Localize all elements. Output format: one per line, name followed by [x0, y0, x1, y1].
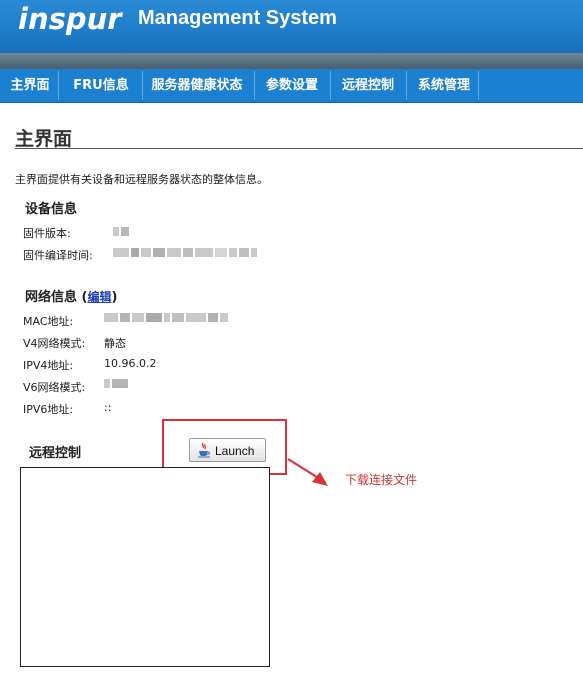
- nav-item-system[interactable]: 系统管理: [410, 70, 478, 101]
- header-band: [0, 53, 583, 69]
- launch-button[interactable]: Launch: [189, 438, 266, 462]
- firmware-build-time-label: 固件编译时间:: [23, 249, 93, 262]
- network-info-heading: 网络信息 (编辑): [25, 286, 117, 305]
- nav-item-health[interactable]: 服务器健康状态: [144, 70, 250, 101]
- nav-separator: [406, 71, 407, 100]
- nav-separator: [254, 71, 255, 100]
- ipv6-address-value: ::: [104, 401, 112, 414]
- firmware-version-value-redacted: [113, 227, 129, 236]
- nav-item-remote-control[interactable]: 远程控制: [334, 70, 402, 101]
- nav-separator: [58, 71, 59, 100]
- network-info-heading-text: 网络信息: [25, 290, 78, 305]
- nav-item-fru[interactable]: FRU信息: [62, 70, 140, 101]
- app-header: inspur Management System: [0, 0, 583, 58]
- launch-button-label: Launch: [215, 444, 255, 458]
- v6-mode-label: V6网络模式:: [23, 381, 86, 394]
- edit-link-wrapper: (编辑): [81, 290, 118, 305]
- mac-address-value-redacted: [104, 313, 228, 322]
- device-info-heading: 设备信息: [25, 202, 78, 217]
- nav-separator: [478, 71, 479, 100]
- ipv4-address-value: 10.96.0.2: [104, 357, 157, 370]
- nav-separator: [330, 71, 331, 100]
- main-nav: 主界面 FRU信息 服务器健康状态 参数设置 远程控制 系统管理: [0, 69, 583, 103]
- ipv6-address-label: IPV6地址:: [23, 403, 74, 416]
- java-icon: [198, 442, 210, 458]
- app-title: Management System: [138, 7, 337, 29]
- edit-network-link[interactable]: 编辑: [88, 290, 112, 304]
- inspur-logo: inspur: [18, 2, 122, 36]
- download-annotation: 下载连接文件: [345, 473, 418, 487]
- v6-mode-value-redacted: [104, 379, 128, 388]
- ipv4-address-label: IPV4地址:: [23, 359, 74, 372]
- nav-item-home[interactable]: 主界面: [4, 70, 56, 101]
- annotation-arrow-icon: [287, 458, 328, 486]
- nav-item-settings[interactable]: 参数设置: [258, 70, 326, 101]
- firmware-build-time-value-redacted: [113, 248, 257, 257]
- v4-mode-label: V4网络模式:: [23, 337, 86, 350]
- mac-address-label: MAC地址:: [23, 315, 74, 328]
- nav-separator: [142, 71, 143, 100]
- v4-mode-value: 静态: [104, 337, 126, 350]
- firmware-version-label: 固件版本:: [23, 227, 71, 240]
- title-divider: [15, 148, 583, 149]
- remote-console-preview[interactable]: [20, 467, 270, 667]
- page-description: 主界面提供有关设备和远程服务器状态的整体信息。: [15, 173, 268, 186]
- page-title: 主界面: [15, 128, 73, 150]
- remote-control-heading: 远程控制: [29, 446, 82, 461]
